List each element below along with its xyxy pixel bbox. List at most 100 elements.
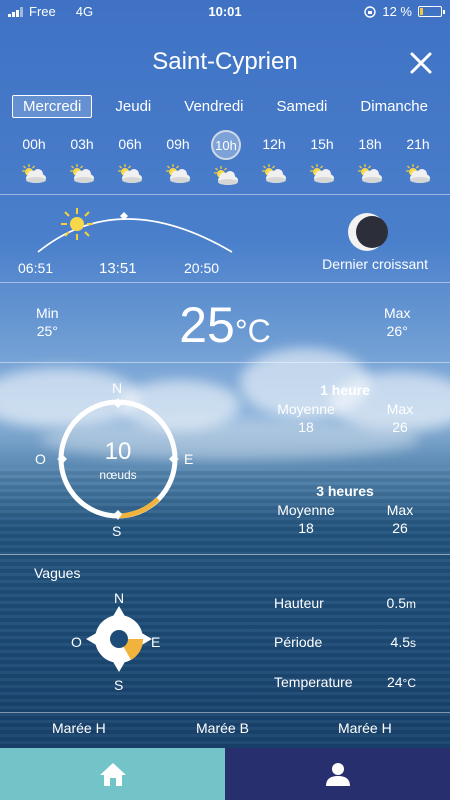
water-temp-label: Temperature: [274, 674, 353, 690]
sunrise-time: 06:51: [18, 260, 54, 276]
tab-samedi[interactable]: Samedi: [267, 96, 338, 117]
partly-cloudy-icon: [22, 164, 46, 183]
sunset-time: 20:50: [184, 260, 220, 276]
battery-percent: 12 %: [382, 4, 412, 19]
tab-mercredi[interactable]: Mercredi: [12, 95, 93, 118]
temp-max: Max 26°: [384, 305, 410, 339]
wind-3h-title: 3 heures: [316, 483, 374, 499]
tab-dimanche[interactable]: Dimanche: [350, 96, 438, 117]
divider: [0, 282, 450, 283]
water-temp-value: 24: [386, 674, 403, 690]
hour-item[interactable]: 12h: [250, 130, 298, 191]
partly-cloudy-icon: [166, 164, 190, 183]
wind-compass-e: E: [184, 451, 194, 467]
wave-compass-s: S: [114, 677, 124, 693]
wave-height-unit: m: [406, 597, 416, 611]
partly-cloudy-icon: [214, 166, 238, 185]
hour-label: 12h: [262, 136, 286, 152]
partly-cloudy-icon: [358, 164, 382, 183]
partly-cloudy-icon: [70, 164, 94, 183]
hour-label: 00h: [22, 136, 46, 152]
hour-label: 03h: [70, 136, 94, 152]
wind-unit: nœuds: [99, 468, 137, 482]
wave-height-label: Hauteur: [274, 595, 324, 611]
moon-icon: [348, 213, 388, 251]
hour-item[interactable]: 10h: [202, 130, 250, 191]
user-icon: [325, 763, 350, 786]
wave-period-label: Période: [274, 634, 323, 650]
wave-compass-n: N: [114, 590, 125, 606]
wave-compass-e: E: [151, 634, 161, 650]
partly-cloudy-icon: [262, 164, 286, 183]
orientation-lock-icon: [364, 5, 377, 18]
tide-high-2: Marée H: [338, 720, 392, 736]
wind-1h-max: 26: [392, 419, 408, 435]
solar-noon-time: 13:51: [99, 260, 137, 277]
wave-height-row: Hauteur 0.5m: [274, 595, 416, 611]
hour-item[interactable]: 00h: [10, 130, 58, 191]
close-icon[interactable]: [408, 50, 434, 76]
hour-label: 09h: [166, 136, 190, 152]
wave-period-value: 4.5: [390, 634, 410, 650]
hour-item[interactable]: 18h: [346, 130, 394, 191]
wind-compass-s: S: [112, 523, 122, 539]
moon-phase: Dernier croissant: [322, 256, 428, 272]
battery-icon: [418, 6, 445, 17]
partly-cloudy-icon: [118, 164, 142, 183]
temp-max-value: 26°: [386, 323, 408, 339]
wind-1h-max-label: Max: [386, 401, 414, 417]
home-icon: [99, 763, 126, 786]
tide-high-1: Marée H: [52, 720, 106, 736]
wind-speed: 10: [104, 438, 132, 465]
tab-bar: [0, 748, 450, 800]
current-temperature: 25°C: [0, 296, 450, 354]
water-temp-row: Temperature 24°C: [274, 674, 416, 690]
divider: [0, 194, 450, 195]
wind-1h-avg: 18: [298, 419, 314, 435]
hour-item[interactable]: 09h: [154, 130, 202, 191]
hour-strip: 00h 03h 06h 09h 10h 12h 15h 18h 21h: [10, 130, 442, 191]
sun-arc: [37, 212, 233, 253]
hour-item[interactable]: 03h: [58, 130, 106, 191]
water-temp-unit: °C: [402, 676, 416, 690]
divider: [0, 712, 450, 713]
wave-compass: [86, 606, 152, 672]
tab-profile[interactable]: [225, 748, 450, 800]
temp-value: 25: [179, 297, 235, 353]
hour-label: 21h: [406, 136, 430, 152]
hour-label: 06h: [118, 136, 142, 152]
hour-label: 18h: [358, 136, 382, 152]
status-bar: Free 4G 10:01 12 %: [0, 0, 450, 24]
tab-home[interactable]: [0, 748, 225, 800]
tide-low: Marée B: [196, 720, 249, 736]
temp-max-label: Max: [384, 305, 411, 321]
hour-label: 10h: [211, 130, 241, 160]
wind-3h-avg: 18: [298, 520, 314, 536]
temp-unit: °C: [234, 313, 271, 349]
wind-1h-avg-label: Moyenne: [277, 401, 335, 417]
wind-3h-avg-label: Moyenne: [277, 502, 335, 518]
sun-icon: [61, 208, 93, 240]
wind-3h-max-label: Max: [386, 502, 414, 518]
wave-compass-o: O: [71, 634, 82, 650]
wave-period-row: Période 4.5s: [274, 634, 416, 650]
city-title: Saint-Cyprien: [152, 48, 298, 75]
wind-compass-n: N: [112, 380, 123, 396]
divider: [0, 554, 450, 555]
wave-height-value: 0.5: [386, 595, 406, 611]
wave-period-unit: s: [410, 636, 416, 650]
hour-item[interactable]: 06h: [106, 130, 154, 191]
wind-3h-max: 26: [392, 520, 408, 536]
tab-vendredi[interactable]: Vendredi: [174, 96, 253, 117]
tab-jeudi[interactable]: Jeudi: [105, 96, 161, 117]
hour-label: 15h: [310, 136, 334, 152]
wind-1h-title: 1 heure: [320, 382, 370, 398]
hour-item[interactable]: 21h: [394, 130, 442, 191]
partly-cloudy-icon: [406, 164, 430, 183]
hour-item[interactable]: 15h: [298, 130, 346, 191]
partly-cloudy-icon: [310, 164, 334, 183]
divider: [0, 362, 450, 363]
waves-label: Vagues: [34, 565, 81, 581]
wind-compass-o: O: [35, 451, 46, 467]
day-tabs: Mercredi Jeudi Vendredi Samedi Dimanche: [12, 95, 438, 118]
